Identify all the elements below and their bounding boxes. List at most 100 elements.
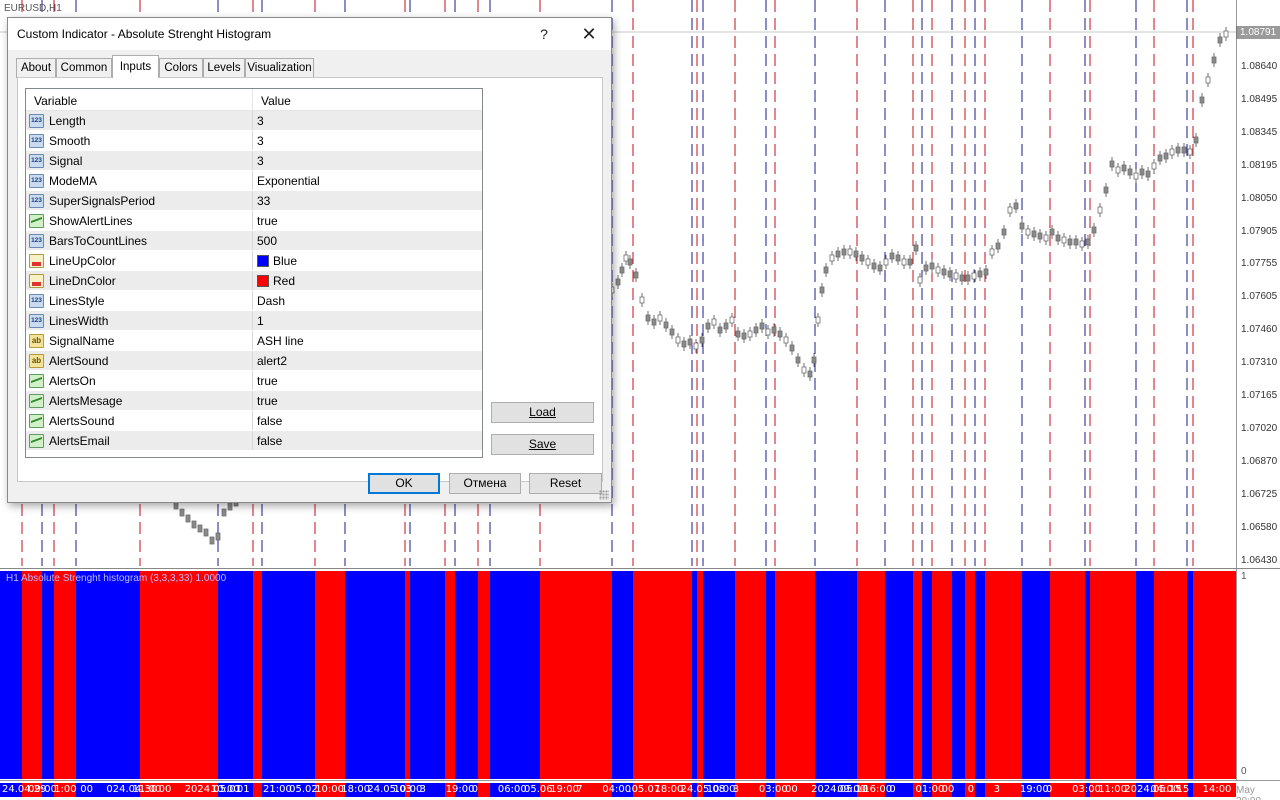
param-row-showalertlines[interactable]: ShowAlertLines true <box>26 211 482 231</box>
param-name-cell: AlertsOn <box>26 371 253 390</box>
candle-body <box>729 316 735 324</box>
histogram-bar <box>540 571 612 779</box>
param-value-cell[interactable]: true <box>253 371 278 390</box>
param-value-cell[interactable]: Exponential <box>253 171 320 190</box>
column-header-variable[interactable]: Variable <box>26 89 253 110</box>
histogram-bar <box>735 571 766 779</box>
param-value-cell[interactable]: true <box>253 211 278 230</box>
param-value-cell[interactable]: Blue <box>253 251 297 270</box>
price-tick-label: 1.08050 <box>1241 192 1278 204</box>
column-header-value[interactable]: Value <box>253 89 291 110</box>
param-name-cell: 123 Length <box>26 111 253 130</box>
param-value: alert2 <box>257 353 288 368</box>
tab-colors[interactable]: Colors <box>159 58 203 78</box>
resize-grip[interactable] <box>599 490 609 500</box>
candle-body <box>841 248 847 256</box>
tab-inputs[interactable]: Inputs <box>112 55 159 78</box>
time-label: 00 <box>785 784 798 795</box>
grid-header: Variable Value <box>26 89 482 111</box>
candle-body <box>935 266 941 274</box>
param-row-smooth[interactable]: 123 Smooth 3 <box>26 131 482 151</box>
histogram-bar <box>975 571 985 779</box>
param-value-cell[interactable]: false <box>253 411 282 430</box>
tab-visualization[interactable]: Visualization <box>245 58 314 78</box>
time-label: 0 <box>967 784 975 795</box>
time-axis[interactable]: 24.04.29 09:00 1:00 00 024.04.30 11:00 00 2024.… <box>0 780 1280 800</box>
histogram-bar <box>0 571 22 779</box>
candle-body <box>1037 232 1043 240</box>
param-value-cell[interactable]: 3 <box>253 111 264 130</box>
param-name-cell: AlertsMesage <box>26 391 253 410</box>
param-value-cell[interactable]: 3 <box>253 131 264 150</box>
param-row-supersignalsperiod[interactable]: 123 SuperSignalsPeriod 33 <box>26 191 482 211</box>
candle-body <box>1127 168 1133 176</box>
candle-body <box>871 262 877 270</box>
param-value-cell[interactable]: alert2 <box>253 351 287 370</box>
param-value-cell[interactable]: 1 <box>253 311 264 330</box>
indicator-subwindow[interactable]: H1 Absolute Strenght histogram (3,3,3,33… <box>0 568 1280 781</box>
load-button[interactable]: Load <box>491 402 594 423</box>
help-button[interactable]: ? <box>524 22 564 46</box>
time-label: 0 <box>1046 784 1053 795</box>
param-row-lineswidth[interactable]: 123 LinesWidth 1 <box>26 311 482 331</box>
param-row-length[interactable]: 123 Length 3 <box>26 111 482 131</box>
candle-body <box>1217 36 1223 44</box>
time-label: 11:00 <box>1098 784 1128 795</box>
param-value-cell[interactable]: 3 <box>253 151 264 170</box>
parameters-grid[interactable]: Variable Value 123 Length 3 123 Smooth 3 123 Si… <box>25 88 483 458</box>
param-row-alertsmesage[interactable]: AlertsMesage true <box>26 391 482 411</box>
time-label: 7 <box>576 784 583 795</box>
param-row-alertssound[interactable]: AlertsSound false <box>26 411 482 431</box>
param-value: true <box>257 393 278 408</box>
param-row-linesstyle[interactable]: 123 LinesStyle Dash <box>26 291 482 311</box>
param-value-cell[interactable]: 33 <box>253 191 270 210</box>
candle-body <box>929 262 935 270</box>
param-label: SuperSignalsPeriod <box>49 193 156 208</box>
param-value-cell[interactable]: true <box>253 391 278 410</box>
dialog-titlebar[interactable]: Custom Indicator - Absolute Strenght His… <box>8 18 611 50</box>
param-row-barstocountlines[interactable]: 123 BarsToCountLines 500 <box>26 231 482 251</box>
param-value-cell[interactable]: Red <box>253 271 295 290</box>
param-row-alertson[interactable]: AlertsOn true <box>26 371 482 391</box>
ok-button[interactable]: OK <box>368 473 440 494</box>
histogram-bar <box>775 571 815 779</box>
param-value-cell[interactable]: 500 <box>253 231 277 250</box>
close-button[interactable]: ✕ <box>569 22 609 46</box>
param-value-cell[interactable]: Dash <box>253 291 285 310</box>
param-row-signalname[interactable]: ab SignalName ASH line <box>26 331 482 351</box>
candle-body <box>651 318 657 326</box>
string-type-icon: ab <box>29 333 44 348</box>
cancel-button[interactable]: Отмена <box>449 473 521 494</box>
param-name-cell: LineUpColor <box>26 251 253 270</box>
param-row-alertsound[interactable]: ab AlertSound alert2 <box>26 351 482 371</box>
candle-body <box>717 326 723 334</box>
param-row-lineupcolor[interactable]: LineUpColor Blue <box>26 251 482 271</box>
param-value-cell[interactable]: false <box>253 431 282 450</box>
param-name-cell: 123 LinesWidth <box>26 311 253 330</box>
param-row-linedncolor[interactable]: LineDnColor Red <box>26 271 482 291</box>
tab-levels[interactable]: Levels <box>203 58 245 78</box>
param-row-signal[interactable]: 123 Signal 3 <box>26 151 482 171</box>
histogram-bar <box>262 571 315 779</box>
tab-common[interactable]: Common <box>56 58 112 78</box>
string-type-icon: ab <box>29 353 44 368</box>
price-axis[interactable]: 1.08640 1.08495 1.08345 1.08195 1.08050 1.079… <box>1236 0 1280 568</box>
time-label: 0 <box>471 784 479 795</box>
candle-body <box>747 330 753 338</box>
candle-body <box>687 338 693 346</box>
param-row-modema[interactable]: 123 ModeMA Exponential <box>26 171 482 191</box>
param-label: Smooth <box>49 133 91 148</box>
time-label: 11:00 <box>132 784 162 795</box>
param-value-cell[interactable]: ASH line <box>253 331 304 350</box>
candle-body <box>801 366 807 374</box>
param-row-alertsemail[interactable]: AlertsEmail false <box>26 431 482 451</box>
save-button[interactable]: Save <box>491 434 594 455</box>
candle-body <box>723 322 729 330</box>
tab-about[interactable]: About <box>16 58 56 78</box>
candle-body <box>735 330 741 338</box>
reset-button[interactable]: Reset <box>529 473 602 494</box>
candle-body <box>947 270 953 278</box>
candle-body <box>693 342 699 350</box>
boolean-type-icon <box>29 393 44 408</box>
time-label: 00 <box>941 784 955 795</box>
